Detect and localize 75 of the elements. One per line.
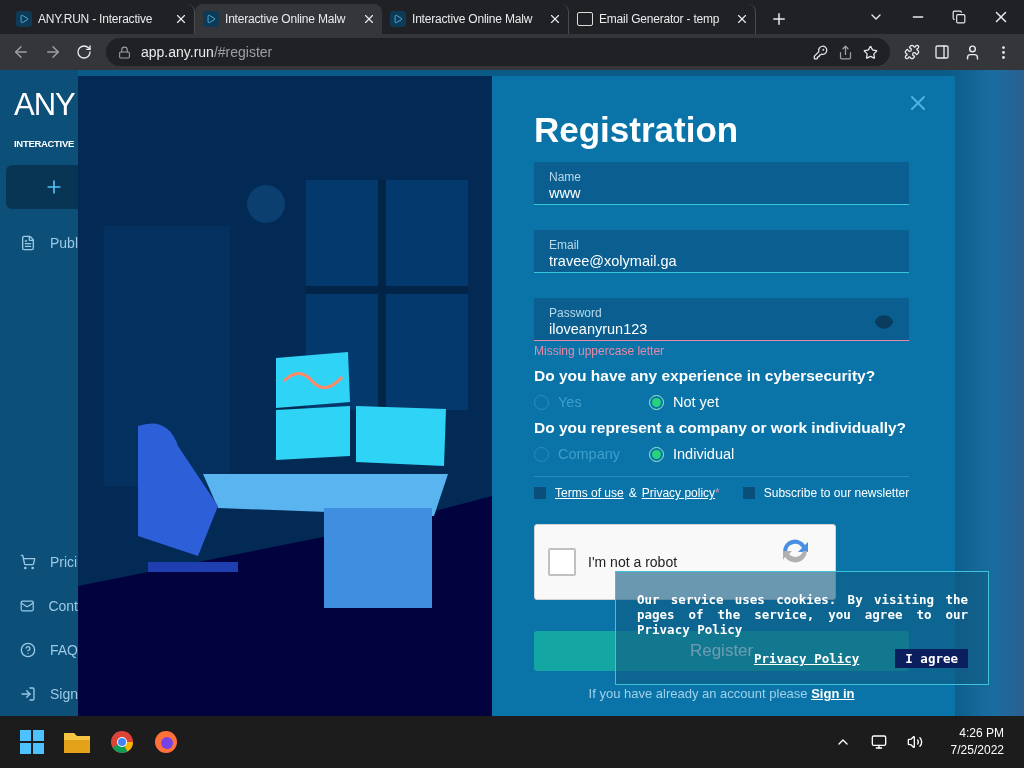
nav-item[interactable]: Cont bbox=[20, 596, 78, 616]
nav-item[interactable]: Prici bbox=[20, 552, 78, 572]
tab-title: Email Generator - temp bbox=[599, 12, 720, 26]
nav-item[interactable]: Publ bbox=[20, 233, 78, 253]
reload-icon[interactable] bbox=[76, 44, 92, 60]
field-label: Password bbox=[549, 306, 603, 320]
checkbox[interactable] bbox=[742, 487, 755, 499]
captcha-label: I'm not a robot bbox=[588, 554, 678, 570]
logo-tagline: INTERACTIVE bbox=[14, 138, 75, 149]
key-icon[interactable] bbox=[813, 44, 828, 60]
network-icon[interactable] bbox=[870, 734, 887, 750]
nav-item[interactable]: FAQ bbox=[20, 640, 78, 660]
share-icon[interactable] bbox=[838, 44, 853, 60]
address-bar[interactable]: app.any.run/#register bbox=[106, 38, 890, 66]
newsletter-label: Subscribe to our newsletter bbox=[763, 486, 910, 500]
firefox-icon[interactable] bbox=[154, 730, 178, 754]
close-icon[interactable] bbox=[174, 12, 188, 26]
profile-icon[interactable] bbox=[964, 43, 981, 61]
volume-icon[interactable] bbox=[906, 734, 923, 750]
forward-icon[interactable] bbox=[44, 43, 62, 61]
captcha-checkbox[interactable] bbox=[548, 548, 576, 576]
play-icon bbox=[390, 11, 406, 27]
folder-icon[interactable] bbox=[64, 731, 90, 753]
field-label: Email bbox=[549, 238, 580, 252]
radio-option[interactable]: Individual bbox=[649, 446, 764, 462]
field-value: iloveanyrun123 bbox=[549, 321, 649, 337]
chrome-icon[interactable] bbox=[110, 730, 134, 754]
url-path: /#register bbox=[213, 44, 273, 60]
help-icon bbox=[20, 642, 36, 658]
error-message: Missing uppercase letter bbox=[534, 344, 666, 358]
question: Do you have any experience in cybersecurity? bbox=[534, 367, 877, 385]
tab-title: Interactive Online Malw bbox=[412, 12, 533, 26]
close-icon[interactable] bbox=[735, 12, 749, 26]
new-tab-icon[interactable] bbox=[770, 10, 788, 28]
agree-button[interactable]: I agree bbox=[895, 649, 968, 668]
field-label: Name bbox=[549, 170, 582, 184]
privacy-link[interactable]: Privacy policy bbox=[641, 486, 716, 500]
date: 7/25/2022 bbox=[950, 742, 1004, 759]
browser-tab[interactable]: Interactive Online Malw bbox=[195, 4, 382, 34]
close-icon[interactable] bbox=[548, 12, 562, 26]
privacy-policy-link[interactable]: Privacy Policy bbox=[753, 651, 860, 666]
input-field[interactable]: Name www bbox=[534, 162, 910, 205]
checkbox[interactable] bbox=[534, 487, 546, 499]
radio-option[interactable]: Not yet bbox=[649, 394, 764, 410]
url-host: app.any.run bbox=[141, 44, 214, 60]
required-mark: * bbox=[715, 486, 720, 500]
play-icon bbox=[203, 11, 219, 27]
field-value: travee@xolymail.ga bbox=[549, 253, 678, 269]
document-icon bbox=[20, 235, 36, 251]
sign-in-link[interactable]: Sign in bbox=[811, 686, 855, 701]
ampersand: & bbox=[628, 486, 637, 500]
side-panel-icon[interactable] bbox=[934, 44, 950, 60]
sign-in-icon bbox=[20, 686, 36, 702]
back-icon[interactable] bbox=[12, 43, 30, 61]
cart-icon bbox=[20, 554, 36, 570]
question: Do you represent a company or work individually? bbox=[534, 419, 908, 437]
form-title: Registration bbox=[534, 110, 740, 150]
tab-title: Interactive Online Malw bbox=[225, 12, 346, 26]
close-icon[interactable] bbox=[362, 12, 376, 26]
extensions-icon[interactable] bbox=[904, 44, 920, 60]
lock-icon bbox=[118, 45, 131, 59]
nav-item[interactable]: Sign bbox=[20, 684, 78, 704]
logo-text: ANY bbox=[14, 86, 75, 124]
play-icon bbox=[16, 11, 32, 27]
sign-in-prompt: If you have already an account please Sign in bbox=[587, 686, 856, 701]
terms-link[interactable]: Terms of use bbox=[555, 486, 624, 500]
clock[interactable]: 4:26 PM 7/25/2022 bbox=[950, 725, 1004, 759]
time: 4:26 PM bbox=[959, 725, 1004, 742]
bookmark-icon[interactable] bbox=[863, 44, 878, 60]
windows-icon[interactable] bbox=[20, 730, 44, 754]
tab-title: ANY.RUN - Interactive bbox=[38, 12, 153, 26]
input-field[interactable]: Password iloveanyrun123 bbox=[534, 298, 910, 341]
field-value: www bbox=[549, 185, 582, 201]
input-field[interactable]: Email travee@xolymail.ga bbox=[534, 230, 910, 273]
restore-icon[interactable] bbox=[952, 10, 966, 24]
